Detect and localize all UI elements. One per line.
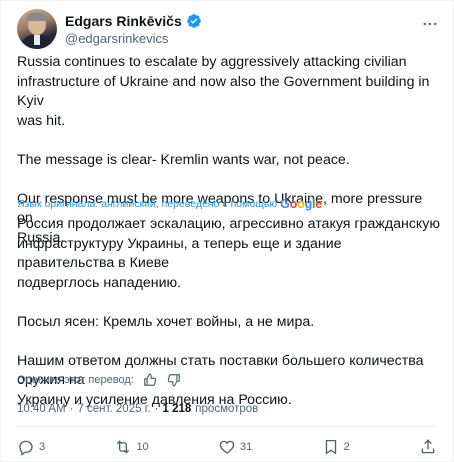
translated-paragraph-2: Посыл ясен: Кремль хочет войны, а не мир…	[17, 313, 315, 330]
rate-translation: Оцените этот перевод:	[17, 372, 182, 388]
more-icon[interactable]	[419, 13, 441, 35]
reply-icon	[19, 440, 33, 456]
translated-paragraph-1: Россия продолжает эскалацию, агрессивно …	[17, 216, 441, 291]
thumbs-up-icon[interactable]	[142, 372, 158, 388]
views-label: просмотров	[195, 403, 259, 415]
repost-button[interactable]: 10	[114, 438, 149, 456]
author-handle[interactable]: @edgarsrinkevics	[65, 30, 202, 48]
bookmark-button[interactable]: 2	[322, 438, 350, 456]
tweet-date[interactable]: 7 сент. 2025 г.	[77, 403, 150, 415]
repost-count: 10	[136, 441, 149, 453]
avatar[interactable]	[17, 9, 57, 49]
rate-translation-label: Оцените этот перевод:	[17, 374, 134, 386]
google-logo: Google	[280, 197, 323, 211]
tweet-actions: 3 10 31 2	[17, 434, 437, 460]
views-count: 1 218	[162, 403, 192, 415]
repost-icon	[117, 440, 130, 454]
tweet-header: Edgars Rinkēvičs @edgarsrinkevics	[17, 9, 441, 51]
reply-count: 3	[39, 441, 46, 453]
author-display-name[interactable]: Edgars Rinkēvičs	[65, 12, 182, 30]
translation-notice[interactable]: Язык оригинала: английский, переведено с…	[17, 197, 322, 211]
bookmark-count: 2	[343, 441, 350, 453]
verified-badge-icon	[186, 14, 201, 28]
share-button[interactable]	[419, 438, 437, 456]
tweet-time[interactable]: 10:40 AM	[17, 403, 66, 415]
reply-button[interactable]: 3	[17, 438, 45, 456]
original-paragraph-1: Russia continues to escalate by aggressi…	[17, 54, 430, 129]
original-paragraph-2: The message is clear- Kremlin wants war,…	[17, 151, 350, 168]
meta-separator: ·	[69, 403, 74, 415]
like-count: 31	[240, 441, 253, 453]
translation-notice-text[interactable]: Язык оригинала: английский, переведено с…	[17, 197, 277, 211]
meta-separator: ·	[154, 403, 159, 415]
tweet-card: Edgars Rinkēvičs @edgarsrinkevics Russia…	[0, 0, 454, 462]
tweet-meta: 10:40 AM · 7 сент. 2025 г. · 1 218 просм…	[17, 403, 258, 415]
share-icon	[421, 439, 435, 454]
thumbs-down-icon[interactable]	[166, 372, 182, 388]
heart-icon	[219, 440, 235, 454]
author-names: Edgars Rinkēvičs @edgarsrinkevics	[65, 9, 202, 48]
like-button[interactable]: 31	[218, 438, 252, 456]
divider	[17, 426, 437, 427]
bookmark-icon	[325, 439, 336, 455]
